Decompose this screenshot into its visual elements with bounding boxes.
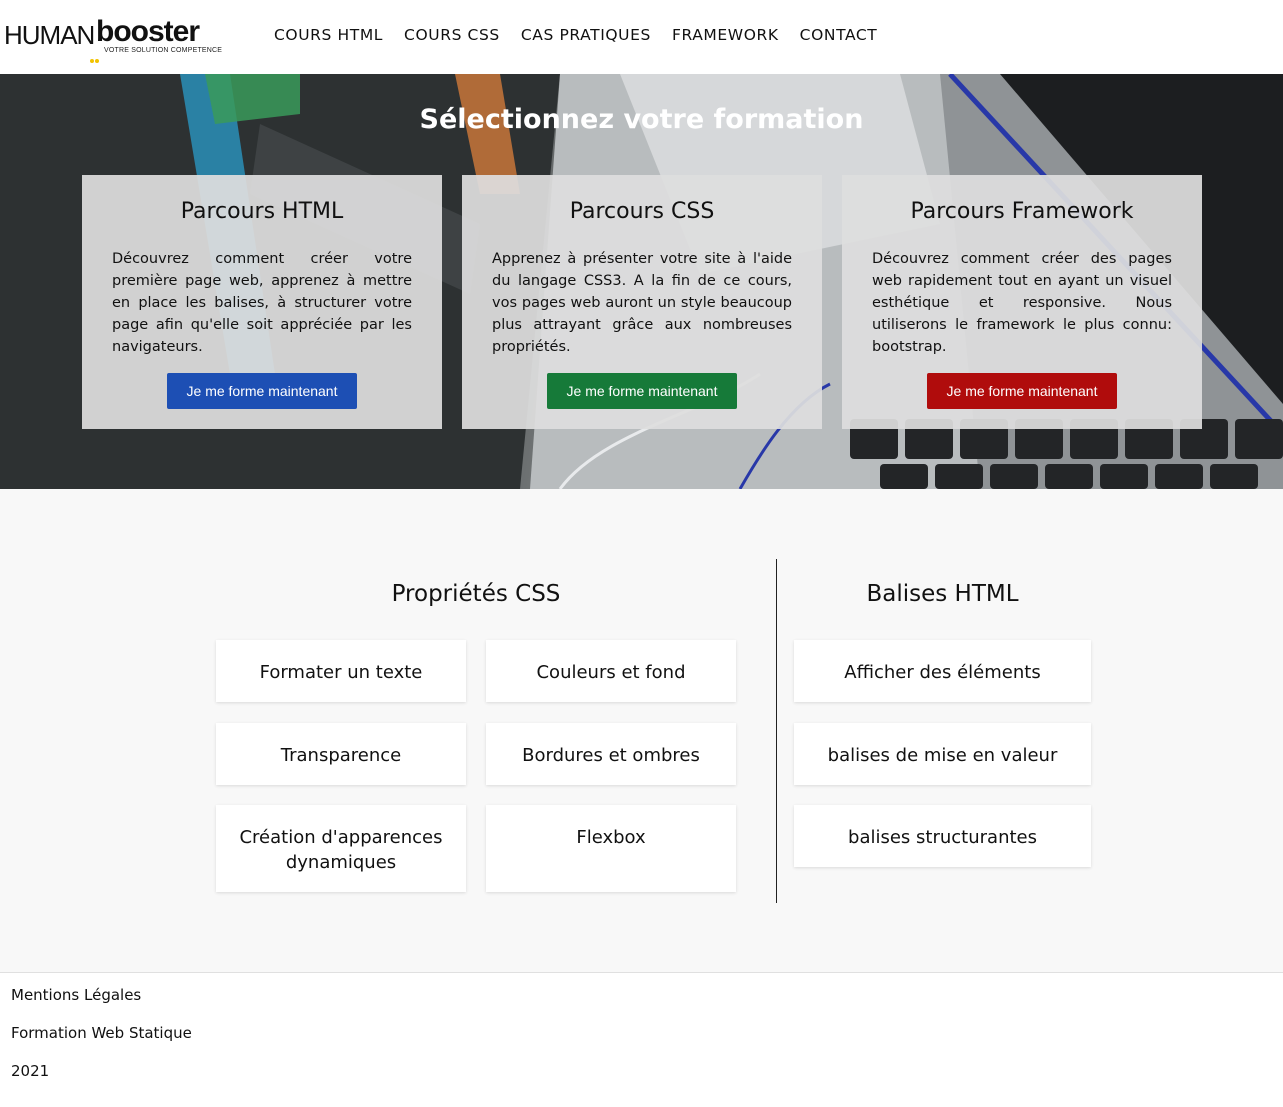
topics-section: Propriétés CSS Formater un texte Couleur… (0, 489, 1283, 972)
card-description: Découvrez comment créer votre première p… (112, 251, 412, 355)
card-description: Apprenez à présenter votre site à l'aide… (492, 251, 792, 355)
topic-flexbox[interactable]: Flexbox (486, 805, 736, 892)
logo-dots-icon (90, 48, 100, 63)
footer-course-name: Formation Web Statique (11, 1024, 192, 1042)
logo-tagline: VOTRE SOLUTION COMPETENCE (104, 47, 223, 54)
card-title: Parcours CSS (569, 199, 715, 224)
topic-balises-structurantes[interactable]: balises structurantes (794, 805, 1091, 867)
card-parcours-framework: Parcours Framework Découvrez comment cré… (842, 175, 1202, 429)
enroll-framework-button[interactable]: Je me forme maintenant (927, 373, 1117, 409)
enroll-css-button[interactable]: Je me forme maintenant (547, 373, 737, 409)
nav-cours-html[interactable]: COURS HTML (274, 26, 383, 44)
card-parcours-html: Parcours HTML Découvrez comment créer vo… (82, 175, 442, 429)
card-parcours-css: Parcours CSS Apprenez à présenter votre … (462, 175, 822, 429)
card-title: Parcours HTML (180, 199, 344, 224)
enroll-html-button[interactable]: Je me forme maintenant (167, 373, 357, 409)
topic-formater-texte[interactable]: Formater un texte (216, 640, 466, 702)
section-divider (776, 559, 777, 903)
hero-title: Sélectionnez votre formation (419, 104, 864, 135)
footer-legal-link[interactable]: Mentions Légales (11, 986, 141, 1004)
topic-apparences-dynamiques[interactable]: Création d'apparences dynamiques (216, 805, 466, 892)
topic-balises-mise-en-valeur[interactable]: balises de mise en valeur (794, 723, 1091, 785)
nav-framework[interactable]: FRAMEWORK (672, 26, 779, 44)
topic-bordures-ombres[interactable]: Bordures et ombres (486, 723, 736, 785)
nav-cas-pratiques[interactable]: CAS PRATIQUES (521, 26, 651, 44)
hero-banner: Sélectionnez votre formation Parcours HT… (0, 74, 1283, 489)
main-nav: COURS HTML COURS CSS CAS PRATIQUES FRAME… (274, 26, 877, 44)
logo-booster-text: booster (96, 15, 200, 48)
topic-transparence[interactable]: Transparence (216, 723, 466, 785)
footer-year: 2021 (11, 1062, 50, 1080)
nav-cours-css[interactable]: COURS CSS (404, 26, 500, 44)
topic-couleurs-fond[interactable]: Couleurs et fond (486, 640, 736, 702)
html-tags-title: Balises HTML (866, 581, 1019, 607)
human-booster-logo[interactable]: HUMAN booster VOTRE SOLUTION COMPETENCE (4, 14, 224, 63)
css-properties-title: Propriétés CSS (391, 581, 561, 607)
logo-human-text: HUMAN (4, 20, 95, 50)
site-footer: Mentions Légales Formation Web Statique … (0, 972, 1283, 1107)
nav-contact[interactable]: CONTACT (800, 26, 878, 44)
card-title: Parcours Framework (910, 199, 1134, 224)
topic-afficher-elements[interactable]: Afficher des éléments (794, 640, 1091, 702)
site-header: HUMAN booster VOTRE SOLUTION COMPETENCE … (0, 0, 1283, 74)
card-description: Découvrez comment créer des pages web ra… (872, 251, 1172, 355)
